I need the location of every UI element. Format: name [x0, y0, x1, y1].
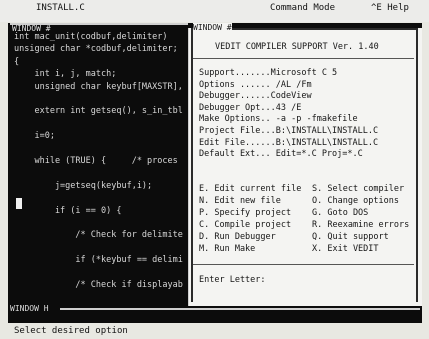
menu-option[interactable]: Q. Quit support	[312, 232, 389, 242]
mode-indicator: Command Mode	[270, 3, 336, 13]
code-line[interactable]: if (i == 0) {	[14, 207, 122, 216]
menu-option[interactable]: R. Reexamine errors	[312, 220, 409, 230]
menu-title: VEDIT COMPILER SUPPORT Ver. 1.40	[215, 42, 379, 52]
code-line[interactable]: int i, j, match;	[14, 70, 116, 79]
dos-screen: INSTALL.C Command Mode ^E Help WINDOW # …	[0, 0, 429, 339]
menu-option[interactable]: X. Exit VEDIT	[312, 244, 379, 254]
text-cursor	[16, 198, 22, 209]
code-line[interactable]: /* Check for delimite	[14, 231, 182, 240]
bottom-window-label: WINDOW H	[10, 304, 49, 313]
enter-letter-prompt[interactable]: Enter Letter:	[199, 275, 266, 285]
menu-option[interactable]: S. Select compiler	[312, 184, 404, 194]
code-line[interactable]: /* Check if displayab	[14, 281, 182, 290]
menu-window-label: WINDOW #	[193, 23, 232, 32]
divider	[193, 58, 414, 59]
menu-option[interactable]: P. Specify project	[199, 208, 291, 218]
code-line[interactable]: i=0;	[14, 132, 54, 141]
code-line[interactable]: unsigned char keybuf[MAXSTR],	[14, 83, 182, 92]
bottom-status-bar: Select desired option	[0, 323, 429, 339]
code-line[interactable]: {	[14, 58, 19, 67]
config-line: Default Ext... Edit=*.C Proj=*.C	[199, 149, 363, 160]
top-status-bar: INSTALL.C Command Mode ^E Help	[0, 0, 429, 22]
divider	[193, 264, 414, 265]
current-file-name: INSTALL.C	[36, 3, 85, 13]
config-line: Debugger......CodeView	[199, 91, 312, 102]
help-hint[interactable]: ^E Help	[371, 3, 409, 13]
config-line: Project File...B:\INSTALL\INSTALL.C	[199, 126, 379, 136]
bottom-window-border: WINDOW H	[8, 304, 422, 314]
code-line[interactable]: int mac_unit(codbuf,delimiter)	[14, 33, 168, 42]
status-message: Select desired option	[14, 326, 128, 336]
code-line[interactable]: while (TRUE) { /* proces	[14, 157, 177, 166]
bottom-window-rule	[60, 308, 420, 310]
config-line: Make Options.. -a -p -fmakefile	[199, 114, 358, 125]
menu-option[interactable]: C. Compile project	[199, 220, 291, 230]
menu-option[interactable]: G. Goto DOS	[312, 208, 368, 218]
config-line: Debugger Opt...43 /E	[199, 102, 302, 113]
menu-option[interactable]: N. Edit new file	[199, 196, 281, 206]
config-line: Edit File......B:\INSTALL\INSTALL.C	[199, 137, 379, 148]
menu-option[interactable]: D. Run Debugger	[199, 232, 276, 242]
code-line[interactable]: unsigned char *codbuf,delimiter;	[14, 45, 178, 54]
menu-option[interactable]: E. Edit current file	[199, 184, 301, 194]
code-line[interactable]: j=getseq(keybuf,i);	[14, 182, 152, 191]
config-line: Support.......Microsoft C 5	[199, 68, 338, 78]
code-line[interactable]: extern int getseq(), s_in_tbl	[14, 107, 182, 116]
menu-option[interactable]: O. Change options	[312, 196, 399, 206]
config-line: Options ...... /AL /Fm	[199, 79, 312, 90]
code-line[interactable]: if (*keybuf == delimi	[14, 256, 182, 265]
compiler-support-window: WINDOW # VEDIT COMPILER SUPPORT Ver. 1.4…	[189, 23, 422, 306]
menu-option[interactable]: M. Run Make	[199, 244, 255, 254]
